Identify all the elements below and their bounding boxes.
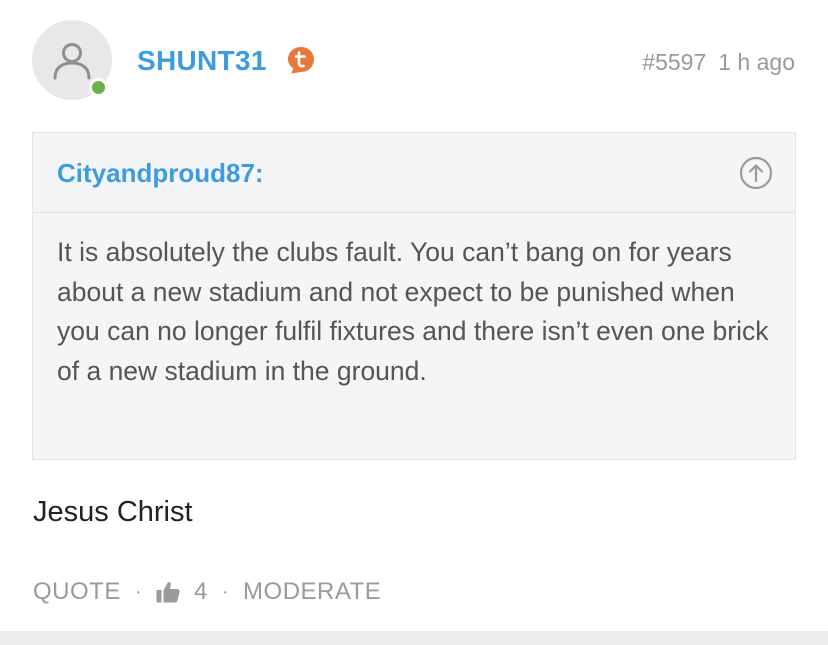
quote-author[interactable]: Cityandproud87: — [57, 157, 264, 189]
post-time: 1 h ago — [718, 49, 795, 75]
moderate-button[interactable]: MODERATE — [243, 578, 381, 606]
separator: · — [221, 580, 230, 603]
arrow-up-circle-icon[interactable] — [739, 156, 773, 190]
separator: · — [134, 580, 143, 603]
like-count: 4 — [194, 578, 208, 605]
tapatalk-badge-icon — [288, 47, 314, 74]
online-status-indicator — [89, 78, 108, 97]
user-placeholder-icon — [53, 43, 91, 80]
post-number[interactable]: #5597 — [642, 49, 706, 75]
quote-header: Cityandproud87: — [33, 133, 795, 213]
post-header: SHUNT31 #5597 1 h ago — [0, 0, 828, 120]
quote-button[interactable]: QUOTE — [33, 578, 121, 606]
thumbs-up-icon — [156, 582, 180, 603]
quote-block: Cityandproud87: It is absolutely the clu… — [32, 132, 796, 460]
post-meta: #5597 1 h ago — [642, 48, 795, 76]
post-actions: QUOTE · 4 · MODERATE — [33, 576, 381, 608]
post-body: Jesus Christ — [33, 496, 193, 528]
post-divider — [0, 631, 828, 645]
username[interactable]: SHUNT31 — [137, 44, 267, 78]
quote-text: It is absolutely the clubs fault. You ca… — [57, 237, 769, 386]
like-button[interactable]: 4 — [156, 578, 208, 606]
